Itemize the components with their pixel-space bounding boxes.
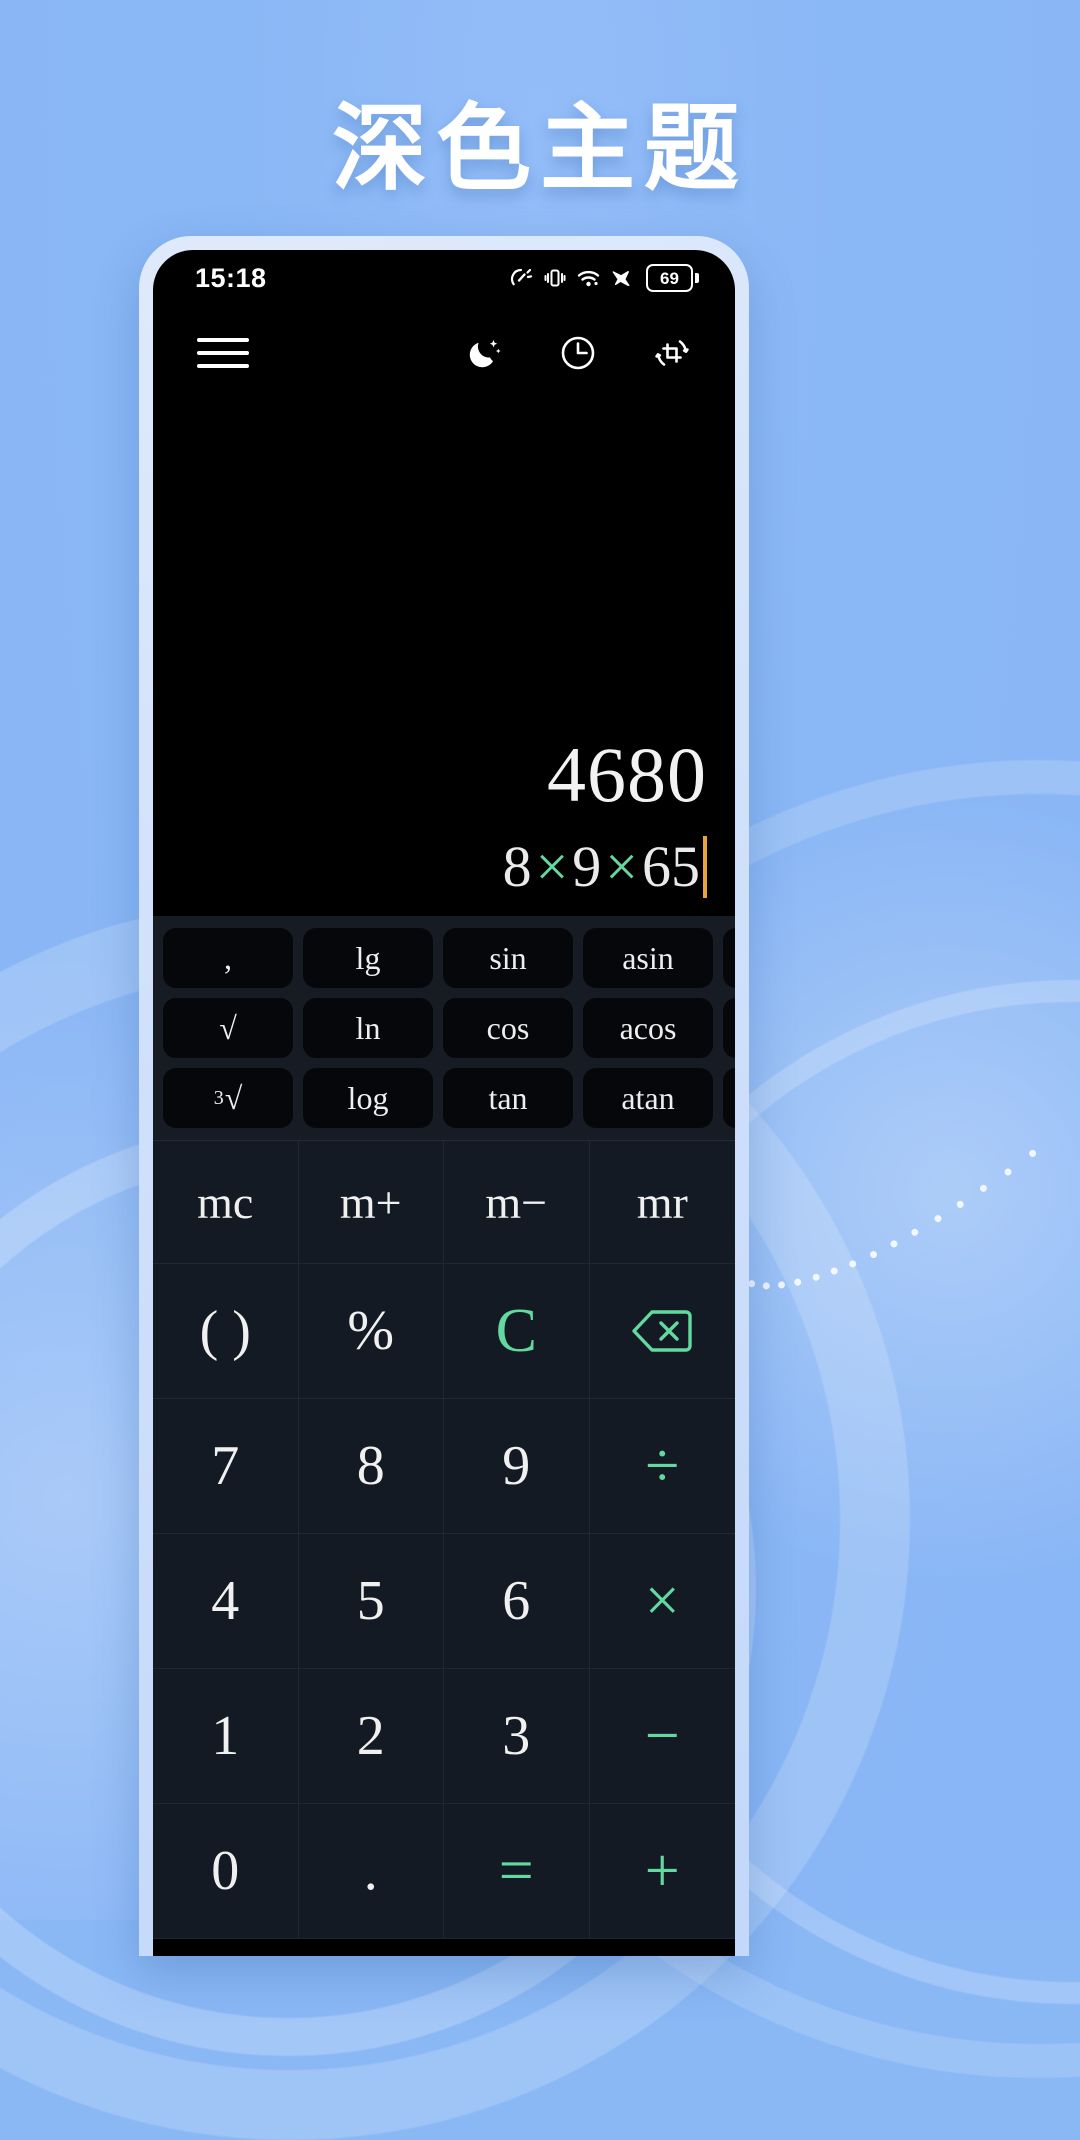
scientific-key-log[interactable]: log (303, 1068, 433, 1128)
expression-number: 65 (642, 834, 700, 899)
key-c[interactable]: C (444, 1264, 590, 1399)
calculator-keypad[interactable]: mc m+ m− mr ( )% C 7 8 9 ÷ 4 5 6 × 1 2 3− 0. = + (153, 1140, 735, 1939)
night-mode-icon[interactable] (461, 330, 507, 376)
app-toolbar (153, 306, 735, 400)
key-m+[interactable]: m+ (298, 1141, 444, 1264)
key-4[interactable]: 4 (153, 1534, 299, 1669)
backspace-key[interactable] (589, 1264, 735, 1399)
rotate-screen-icon[interactable] (649, 330, 695, 376)
status-icons: 69 (508, 264, 699, 292)
key-8[interactable]: 8 (298, 1399, 444, 1534)
scientific-key-lg[interactable]: lg (303, 928, 433, 988)
phone-mockup: 15:18 69 4680 8×9×65 , lg sin asin √ ln … (139, 236, 749, 1956)
expression-operator: × (535, 834, 569, 899)
toolbar-actions (461, 330, 695, 376)
status-time: 15:18 (195, 262, 267, 293)
key-mr[interactable]: mr (589, 1141, 735, 1264)
wifi-icon (576, 266, 602, 290)
key-+[interactable]: + (589, 1804, 735, 1939)
page-title: 深色主题 (331, 94, 748, 204)
expression-operator: × (605, 834, 638, 899)
key-sym[interactable]: × (589, 1534, 735, 1669)
expression-value: 8×9×65 (503, 836, 707, 898)
key-mc[interactable]: mc (153, 1141, 299, 1264)
scientific-key-row: √ ln cos acos (163, 998, 735, 1058)
key-sym[interactable]: = (444, 1804, 590, 1939)
key-1[interactable]: 1 (153, 1669, 299, 1804)
status-bar: 15:18 69 (153, 250, 735, 306)
text-cursor (703, 836, 707, 898)
scientific-key-[interactable]: 3 √ (163, 1068, 293, 1128)
scientific-key-blank[interactable] (723, 998, 735, 1058)
history-clock-icon[interactable] (555, 330, 601, 376)
scientific-key-[interactable]: √ (163, 998, 293, 1058)
battery-icon: 69 (646, 264, 699, 292)
scientific-key-row: 3 √ log tan atan (163, 1068, 735, 1128)
scientific-key-row: , lg sin asin (163, 928, 735, 988)
scientific-key-blank[interactable] (723, 1068, 735, 1128)
phone-screen: 15:18 69 4680 8×9×65 , lg sin asin √ ln … (153, 250, 735, 1956)
scientific-key-asin[interactable]: asin (583, 928, 713, 988)
scientific-key-acos[interactable]: acos (583, 998, 713, 1058)
key-sym[interactable]: ÷ (589, 1399, 735, 1534)
hamburger-menu-icon[interactable] (197, 338, 249, 368)
key-9[interactable]: 9 (444, 1399, 590, 1534)
key-sym[interactable]: . (298, 1804, 444, 1939)
key-sym[interactable]: % (298, 1264, 444, 1399)
key-0[interactable]: 0 (153, 1804, 299, 1939)
key-7[interactable]: 7 (153, 1399, 299, 1534)
data-speed-icon (508, 266, 534, 290)
result-value: 4680 (547, 731, 707, 818)
expression-number: 8 (502, 834, 532, 899)
key-2[interactable]: 2 (298, 1669, 444, 1804)
scientific-key-sin[interactable]: sin (443, 928, 573, 988)
key-sym[interactable]: ( ) (153, 1264, 299, 1399)
key-sym[interactable]: − (589, 1669, 735, 1804)
scientific-key-[interactable]: , (163, 928, 293, 988)
scientific-key-cos[interactable]: cos (443, 998, 573, 1058)
scientific-key-blank[interactable] (723, 928, 735, 988)
backspace-icon (631, 1307, 693, 1355)
scientific-keys-strip[interactable]: , lg sin asin √ ln cos acos 3 √ log tan atan (153, 916, 735, 1140)
expression-number: 9 (572, 834, 602, 899)
scientific-key-tan[interactable]: tan (443, 1068, 573, 1128)
key-m[interactable]: m− (444, 1141, 590, 1264)
vibrate-icon (543, 266, 567, 290)
scientific-key-ln[interactable]: ln (303, 998, 433, 1058)
key-6[interactable]: 6 (444, 1534, 590, 1669)
key-5[interactable]: 5 (298, 1534, 444, 1669)
scientific-key-atan[interactable]: atan (583, 1068, 713, 1128)
airplane-mode-icon (611, 266, 637, 290)
battery-percent: 69 (660, 268, 679, 288)
key-3[interactable]: 3 (444, 1669, 590, 1804)
calculator-display[interactable]: 4680 8×9×65 (153, 400, 735, 916)
